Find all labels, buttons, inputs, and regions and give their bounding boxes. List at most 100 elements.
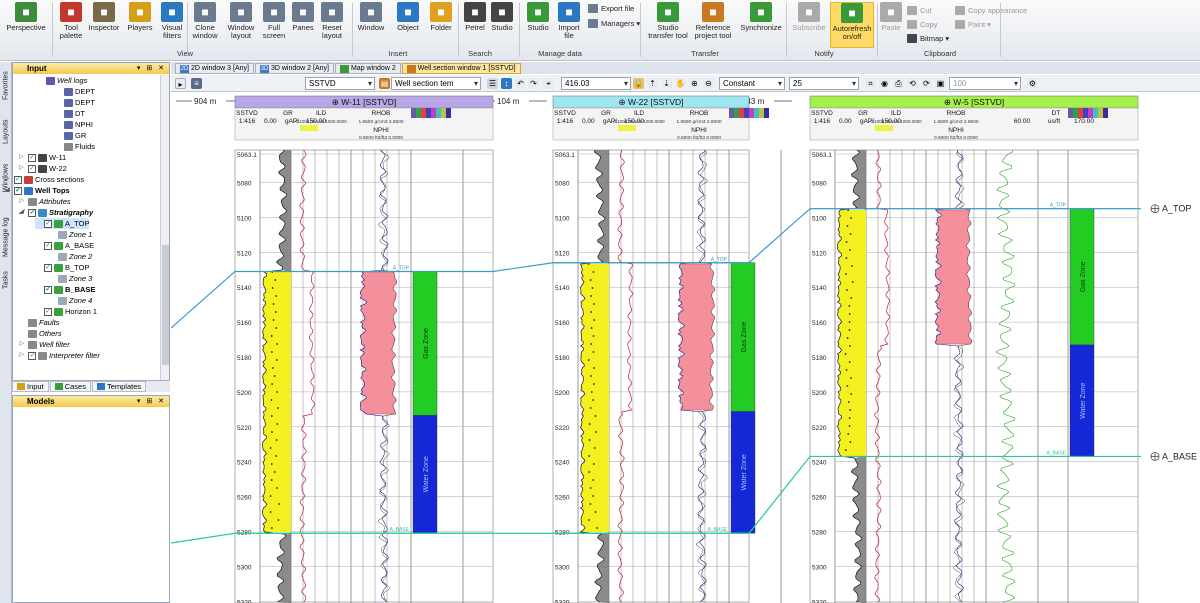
- folder-insert-button[interactable]: ■ Folder: [427, 2, 455, 48]
- document-tab[interactable]: Map window 2: [334, 63, 401, 74]
- visibility-checkbox[interactable]: ✓: [44, 263, 52, 272]
- side-tab-favorites[interactable]: Favorites: [1, 66, 11, 106]
- autorefresh-button[interactable]: ■ Autorefresh on/off: [830, 2, 874, 48]
- visibility-checkbox[interactable]: ✓: [28, 351, 36, 360]
- zoom-in-icon[interactable]: ⌖: [543, 78, 554, 89]
- tree-item[interactable]: ▷ ✓ Interpreter filter: [19, 350, 100, 361]
- tree-item[interactable]: ▷ Well filter: [19, 339, 70, 350]
- petrel-search-button[interactable]: ■ Petrel: [463, 2, 487, 48]
- expand-icon[interactable]: ▷: [19, 350, 26, 361]
- depth-icon[interactable]: ↕: [501, 78, 512, 89]
- lock-icon[interactable]: 🔒: [633, 78, 644, 89]
- players-button[interactable]: ■ Players: [125, 2, 155, 48]
- zoom-select[interactable]: 100: [949, 77, 1021, 90]
- well-0[interactable]: ⊕ W-11 [SSTVD]SSTVD1:416GR0.00 gAPI 150.00…: [234, 95, 494, 603]
- visibility-checkbox[interactable]: ✓: [14, 175, 22, 184]
- clone-window-button[interactable]: ■ Clone window: [190, 2, 220, 48]
- tree-item[interactable]: Zone 3: [49, 273, 92, 284]
- paste-button[interactable]: ■ Paste: [880, 2, 902, 48]
- side-tab-message-log[interactable]: Message log: [1, 212, 11, 262]
- tree-item[interactable]: DEPT: [55, 97, 95, 108]
- camera-icon[interactable]: ◉: [879, 78, 890, 89]
- panel-tab-templates[interactable]: Templates: [91, 381, 147, 392]
- expand-icon[interactable]: ▷: [19, 339, 26, 350]
- tree-item[interactable]: Fluids: [55, 141, 95, 152]
- domain-select[interactable]: SSTVD: [305, 77, 375, 90]
- print-icon[interactable]: ⎙: [893, 78, 904, 89]
- tree-item[interactable]: Zone 2: [49, 251, 92, 262]
- expand-icon[interactable]: ▷: [19, 152, 26, 163]
- inspector-button[interactable]: ■ Inspector: [88, 2, 120, 48]
- tree-item[interactable]: Well logs: [37, 75, 87, 86]
- well-section-canvas[interactable]: 904 m 104 m 943 m ⊕ W-11 [SSTVD] SSTVD 1:416 G…: [171, 93, 1200, 603]
- panel-tab-input[interactable]: Input: [12, 381, 49, 392]
- undo-icon[interactable]: ↶: [515, 78, 526, 89]
- tree-item[interactable]: ◢ ✓ Well Tops: [5, 185, 70, 196]
- managers-button[interactable]: Managers ▾: [588, 19, 640, 28]
- expand-icon[interactable]: ▷: [19, 196, 26, 207]
- tree-item[interactable]: ✓ A_BASE: [35, 240, 94, 251]
- tree-item[interactable]: ▷ ✓ W-11: [19, 152, 66, 163]
- panel-tab-cases[interactable]: Cases: [49, 381, 91, 392]
- visibility-checkbox[interactable]: ✓: [44, 307, 52, 316]
- studio-search-button[interactable]: ■ Studio: [489, 2, 515, 48]
- scale-mode-select[interactable]: Constant: [719, 77, 785, 90]
- perspective-button[interactable]: ■ Perspective: [5, 2, 47, 48]
- tree-item[interactable]: Zone 4: [49, 295, 92, 306]
- tree-item[interactable]: ▷ Attributes: [19, 196, 71, 207]
- export-file-button[interactable]: Export file: [588, 4, 634, 13]
- visibility-checkbox[interactable]: ✓: [44, 219, 52, 228]
- visibility-checkbox[interactable]: ✓: [14, 186, 22, 195]
- well-section-plot[interactable]: 904 m 104 m 943 m⊕ W-11 [SSTVD]SSTVD1:416G…: [171, 93, 1200, 603]
- zoom-icon[interactable]: ⊕: [689, 78, 700, 89]
- scale-select[interactable]: 25: [789, 77, 859, 90]
- window-insert-button[interactable]: ■ Window: [356, 2, 386, 48]
- visibility-checkbox[interactable]: ✓: [28, 153, 36, 162]
- object-insert-button[interactable]: ■ Object: [394, 2, 422, 48]
- redo-icon[interactable]: ↷: [528, 78, 539, 89]
- paint-button[interactable]: Paint ▾: [955, 20, 991, 29]
- document-tab[interactable]: Well section window 1 [SSTVD]: [401, 63, 521, 74]
- tree-item[interactable]: ▷ ✓ W-22: [19, 163, 67, 174]
- subscribe-button[interactable]: ■ Subscribe: [792, 2, 826, 48]
- copy-button[interactable]: Copy: [907, 20, 938, 29]
- scrollbar-thumb[interactable]: [162, 245, 169, 365]
- pin-icon[interactable]: ▸: [175, 78, 186, 89]
- expand-icon[interactable]: ◢: [5, 185, 12, 196]
- hand-icon[interactable]: ✋: [675, 78, 686, 89]
- rotate-right-icon[interactable]: ⟳: [921, 78, 932, 89]
- zoom-out-icon[interactable]: ⊖: [703, 78, 714, 89]
- reset-layout-button[interactable]: ■ Reset layout: [318, 2, 346, 48]
- tree-item[interactable]: DT: [55, 108, 85, 119]
- well-2[interactable]: ⊕ W-5 [SSTVD]SSTVD1:416GR0.00 gAPI 150.00I…: [809, 95, 1139, 603]
- measure-icon[interactable]: ⌗: [865, 78, 876, 89]
- well-1[interactable]: ⊕ W-22 [SSTVD]SSTVD1:416GR0.00 gAPI 150.00…: [552, 95, 782, 603]
- reference-project-button[interactable]: ■ Reference project tool: [692, 2, 734, 48]
- tree-item[interactable]: DEPT: [55, 86, 95, 97]
- copy-appearance-button[interactable]: Copy appearance: [955, 6, 1027, 15]
- panes-button[interactable]: ■ Panes: [290, 2, 316, 48]
- fit-icon[interactable]: ▣: [935, 78, 946, 89]
- expand-icon[interactable]: ▷: [19, 163, 26, 174]
- visibility-checkbox[interactable]: ✓: [28, 208, 36, 217]
- rotate-left-icon[interactable]: ⟲: [907, 78, 918, 89]
- tree-item[interactable]: ▷ ✓ Cross sections: [5, 174, 84, 185]
- studio-manage-button[interactable]: ■ Studio: [524, 2, 552, 48]
- visibility-checkbox[interactable]: ✓: [28, 164, 36, 173]
- window-layout-button[interactable]: ■ Window layout: [225, 2, 257, 48]
- tool-palette-button[interactable]: ■ Tool palette: [55, 2, 87, 48]
- panel-window-buttons[interactable]: ▾ ⊞ ✕: [137, 63, 166, 74]
- tree-item[interactable]: GR: [55, 130, 86, 141]
- tree-item[interactable]: ✓ B_BASE: [35, 284, 95, 295]
- settings-icon[interactable]: ⚙: [1027, 78, 1038, 89]
- expand-icon[interactable]: ▷: [5, 174, 12, 185]
- tree-item[interactable]: ◢ ✓ Stratigraphy: [19, 207, 93, 218]
- visibility-checkbox[interactable]: ✓: [44, 285, 52, 294]
- panel-window-buttons[interactable]: ▾ ⊞ ✕: [137, 396, 166, 407]
- bitmap-button[interactable]: Bitmap ▾: [907, 34, 949, 43]
- tree-item[interactable]: ✓ Horizon 1: [35, 306, 97, 317]
- expand-icon[interactable]: ◢: [19, 207, 26, 218]
- tree-item[interactable]: Faults: [19, 317, 59, 328]
- import-file-button[interactable]: ■ Import file: [555, 2, 583, 48]
- scale-down-icon[interactable]: ⇣: [661, 78, 672, 89]
